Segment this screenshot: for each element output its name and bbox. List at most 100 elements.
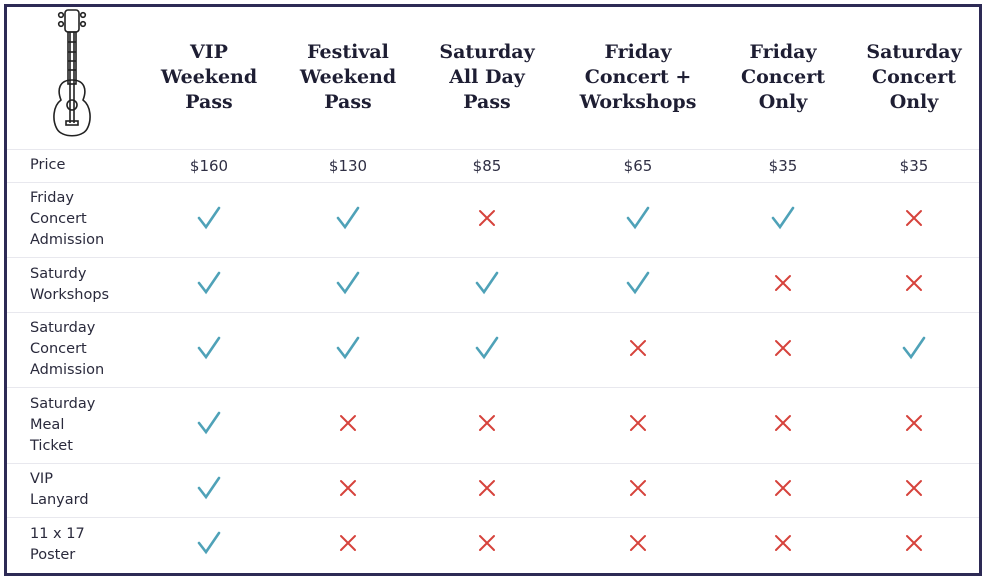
check-icon [197,476,221,500]
cross-icon [340,534,356,551]
price-cell: $35 [717,148,849,182]
price-row: Price $160 $130 $85 $65 $35 $35 [7,148,979,182]
table-row: Friday Concert Admission [7,181,979,257]
feature-cell [559,311,717,387]
column-header-label: Saturday All Day Pass [439,41,535,114]
column-header-label: Friday Concert Only [740,41,826,114]
feature-cell [281,181,415,257]
column-header-5: Saturday Concert Only [849,7,979,149]
cross-icon [340,480,356,496]
feature-cell [717,311,849,387]
row-label: Saturday Meal Ticket [7,386,137,463]
check-icon [197,411,221,435]
feature-cell [717,386,849,463]
table-row: VIP Lanyard [7,462,979,517]
feature-cell [281,516,415,572]
cross-icon [906,209,922,226]
check-icon [475,336,499,359]
price-cell: $85 [415,148,559,182]
feature-cell [281,256,415,312]
feature-cell [559,181,717,257]
check-icon [626,206,650,229]
cross-icon [906,534,922,551]
cross-icon [906,415,922,431]
column-header-label: Festival Weekend Pass [299,41,397,114]
feature-cell [415,311,559,387]
feature-cell [137,256,281,312]
column-header-4: Friday Concert Only [717,7,849,149]
feature-cell [559,516,717,572]
feature-cell [137,311,281,387]
cross-icon [630,339,646,356]
feature-cell [849,181,979,257]
feature-cell [415,256,559,312]
feature-cell [849,386,979,463]
cross-icon [479,534,495,551]
column-header-0: VIP Weekend Pass [137,7,281,149]
cross-icon [340,415,356,431]
cross-icon [630,415,646,431]
logo-cell [7,7,137,149]
check-icon [197,206,221,229]
feature-cell [137,516,281,572]
cross-icon [906,274,922,291]
feature-cell [415,462,559,517]
feature-cell [415,181,559,257]
ticket-comparison-table: VIP Weekend Pass Festival Weekend Pass S… [7,7,979,572]
column-header-label: Saturday Concert Only [866,41,962,114]
feature-cell [281,462,415,517]
check-icon [475,271,499,294]
cross-icon [906,480,922,496]
check-icon [336,206,360,229]
feature-cell [137,386,281,463]
row-label: Saturdy Workshops [7,256,137,312]
cross-icon [479,415,495,431]
cross-icon [479,480,495,496]
row-label: 11 x 17 Poster [7,516,137,572]
price-label: Price [7,148,137,182]
column-header-3: Friday Concert + Workshops [559,7,717,149]
cross-icon [775,339,791,356]
column-header-label: Friday Concert + Workshops [579,41,697,114]
feature-cell [559,462,717,517]
column-header-label: VIP Weekend Pass [160,41,258,114]
feature-cell [559,386,717,463]
feature-cell [281,311,415,387]
feature-cell [849,256,979,312]
row-label: VIP Lanyard [7,462,137,517]
cross-icon [479,209,495,226]
feature-cell [717,462,849,517]
feature-cell [717,256,849,312]
check-icon [902,336,926,359]
feature-cell [137,181,281,257]
row-label: Friday Concert Admission [7,181,137,257]
price-cell: $130 [281,148,415,182]
feature-cell [717,181,849,257]
check-icon [336,271,360,294]
feature-cell [849,311,979,387]
cross-icon [775,480,791,496]
table-row: Saturday Meal Ticket [7,386,979,463]
feature-cell [281,386,415,463]
comparison-table-frame: VIP Weekend Pass Festival Weekend Pass S… [4,4,982,576]
check-icon [336,336,360,359]
table-row: Saturdy Workshops [7,256,979,312]
column-header-2: Saturday All Day Pass [415,7,559,149]
cross-icon [775,274,791,291]
feature-cell [415,386,559,463]
cross-icon [630,480,646,496]
feature-cell [559,256,717,312]
check-icon [197,271,221,294]
price-cell: $35 [849,148,979,182]
header-row: VIP Weekend Pass Festival Weekend Pass S… [7,7,979,149]
check-icon [626,271,650,294]
table-row: Saturday Concert Admission [7,311,979,387]
check-icon [197,531,221,554]
cross-icon [775,534,791,551]
check-icon [771,206,795,229]
feature-cell [137,462,281,517]
cross-icon [775,415,791,431]
feature-cell [849,516,979,572]
feature-cell [415,516,559,572]
feature-cell [717,516,849,572]
